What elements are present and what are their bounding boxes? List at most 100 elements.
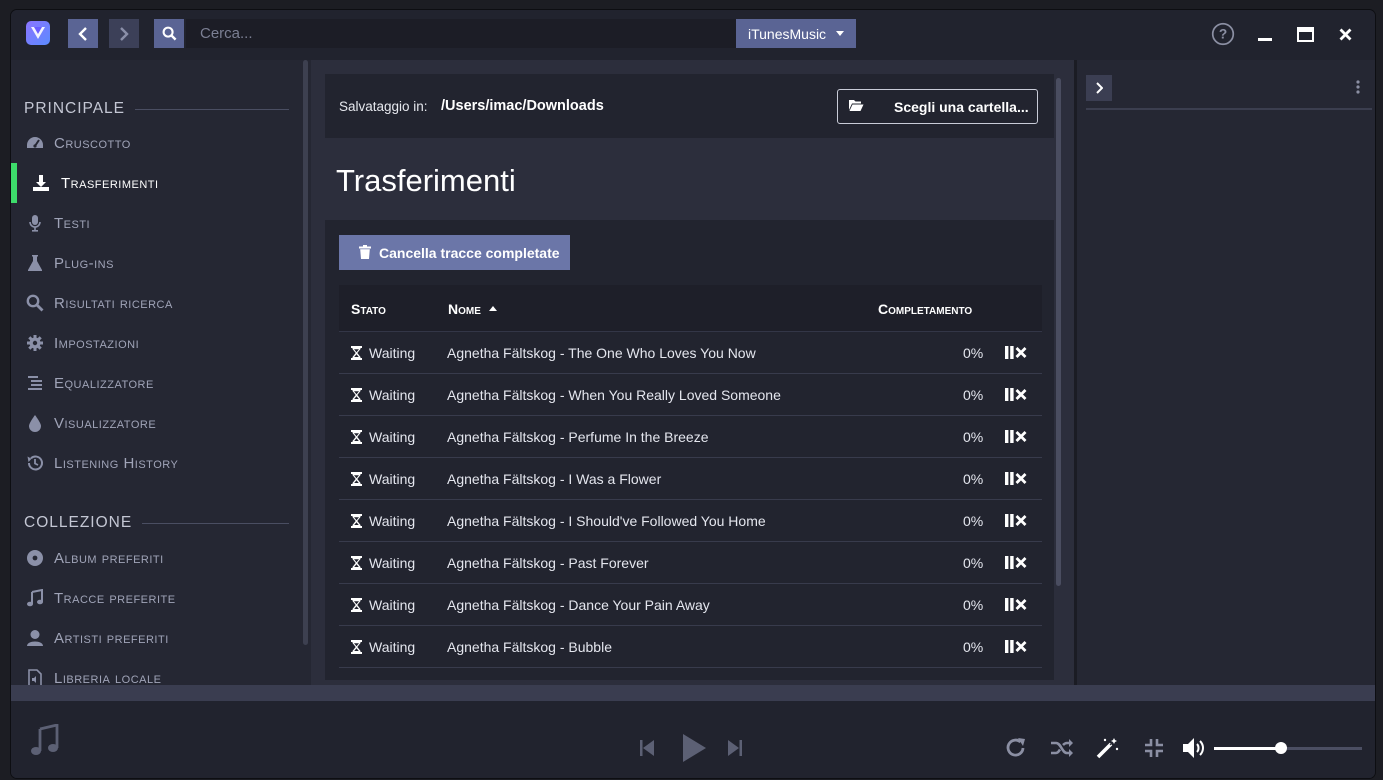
- user-icon: [25, 628, 45, 648]
- status-text: Waiting: [369, 555, 416, 571]
- sidebar-item-libreria-locale[interactable]: Libreria locale: [11, 660, 311, 685]
- hourglass-icon: [351, 640, 362, 654]
- pause-icon: [1005, 430, 1014, 443]
- remove-download-button[interactable]: [1015, 346, 1027, 364]
- close-icon: [1015, 431, 1027, 442]
- status-text: Waiting: [369, 345, 416, 361]
- sidebar-item-plugins[interactable]: Plug-ins: [11, 245, 311, 281]
- pause-download-button[interactable]: [1005, 598, 1014, 616]
- close-icon: [1339, 28, 1351, 40]
- app-window: iTunesMusic ? PRINCIPALE Cruscotto Trasf…: [11, 10, 1375, 778]
- mini-player-button[interactable]: [1143, 737, 1165, 759]
- status-cell: Waiting: [351, 387, 415, 403]
- more-options-button[interactable]: [1356, 80, 1360, 99]
- table-row[interactable]: Waiting Agnetha Fältskog - When You Reall…: [339, 374, 1042, 416]
- sidebar-item-testi[interactable]: Testi: [11, 205, 311, 241]
- remove-download-button[interactable]: [1015, 598, 1027, 616]
- remove-download-button[interactable]: [1015, 430, 1027, 448]
- pause-icon: [1005, 514, 1014, 527]
- pause-download-button[interactable]: [1005, 556, 1014, 574]
- volume-slider-handle[interactable]: [1274, 742, 1287, 754]
- flask-icon: [25, 253, 45, 273]
- choose-folder-button[interactable]: Scegli una cartella...: [837, 89, 1038, 124]
- table-row[interactable]: Waiting Agnetha Fältskog - I Was a Flower…: [339, 458, 1042, 500]
- table-row[interactable]: Waiting Agnetha Fältskog - The One Who Lo…: [339, 332, 1042, 374]
- remove-download-button[interactable]: [1015, 388, 1027, 406]
- minimize-button[interactable]: [1253, 22, 1277, 46]
- skip-back-icon: [640, 740, 654, 756]
- pause-download-button[interactable]: [1005, 514, 1014, 532]
- skip-forward-icon: [728, 740, 742, 756]
- status-cell: Waiting: [351, 513, 415, 529]
- trash-icon: [359, 245, 371, 262]
- sidebar-item-tracce-preferite[interactable]: Tracce preferite: [11, 580, 311, 616]
- forward-button[interactable]: [109, 19, 139, 48]
- status-text: Waiting: [369, 639, 416, 655]
- table-row[interactable]: Waiting Agnetha Fältskog - Bubble 0%: [339, 626, 1042, 668]
- sidebar-item-equalizzatore[interactable]: Equalizzatore: [11, 365, 311, 401]
- save-location-path: /Users/imac/Downloads: [441, 98, 604, 114]
- sidebar-item-trasferimenti[interactable]: Trasferimenti: [11, 163, 311, 203]
- section-divider: [142, 523, 289, 524]
- sidebar-item-risultati-ricerca[interactable]: Risultati ricerca: [11, 285, 311, 321]
- main-content: Salvataggio in: /Users/imac/Downloads Sc…: [311, 60, 1074, 685]
- track-name: Agnetha Fältskog - Bubble: [447, 639, 612, 655]
- close-icon: [1015, 515, 1027, 526]
- maximize-button[interactable]: [1293, 22, 1317, 46]
- status-cell: Waiting: [351, 597, 415, 613]
- pause-download-button[interactable]: [1005, 472, 1014, 490]
- previous-button[interactable]: [638, 738, 656, 758]
- sidebar-item-artisti-preferiti[interactable]: Artisti preferiti: [11, 620, 311, 656]
- volume-slider[interactable]: [1214, 742, 1362, 754]
- remove-download-button[interactable]: [1015, 556, 1027, 574]
- chevron-left-icon: [78, 26, 87, 41]
- repeat-button[interactable]: [1004, 737, 1028, 759]
- column-header-completion[interactable]: Completamento: [878, 301, 972, 317]
- next-button[interactable]: [726, 738, 744, 758]
- column-header-status[interactable]: Stato: [351, 301, 386, 317]
- seek-bar[interactable]: [11, 685, 1375, 701]
- row-actions: [1005, 598, 1027, 616]
- section-heading-principale: PRINCIPALE: [24, 100, 126, 117]
- remove-download-button[interactable]: [1015, 640, 1027, 658]
- sidebar-item-listening-history[interactable]: Listening History: [11, 445, 311, 481]
- search-button[interactable]: [154, 19, 184, 48]
- close-button[interactable]: [1333, 22, 1357, 46]
- pause-download-button[interactable]: [1005, 640, 1014, 658]
- expand-panel-button[interactable]: [1086, 75, 1112, 101]
- pause-download-button[interactable]: [1005, 430, 1014, 448]
- table-row[interactable]: Waiting Agnetha Fältskog - Dance Your Pai…: [339, 584, 1042, 626]
- play-button[interactable]: [679, 732, 709, 764]
- save-location-label: Salvataggio in:: [339, 99, 428, 114]
- pause-icon: [1005, 556, 1014, 569]
- remove-download-button[interactable]: [1015, 472, 1027, 490]
- volume-button[interactable]: [1182, 737, 1208, 759]
- back-button[interactable]: [68, 19, 98, 48]
- clear-completed-button[interactable]: Cancella tracce completate: [339, 235, 570, 270]
- downloads-table: Stato Nome Completamento Waiting Agnetha …: [339, 285, 1042, 668]
- top-bar: iTunesMusic ?: [11, 10, 1375, 60]
- pause-download-button[interactable]: [1005, 388, 1014, 406]
- search-input[interactable]: [186, 19, 736, 48]
- table-row[interactable]: Waiting Agnetha Fältskog - Past Forever 0%: [339, 542, 1042, 584]
- remove-download-button[interactable]: [1015, 514, 1027, 532]
- page-title: Trasferimenti: [336, 163, 516, 198]
- source-select[interactable]: iTunesMusic: [736, 19, 856, 48]
- track-name: Agnetha Fältskog - I Should've Followed …: [447, 513, 766, 529]
- sidebar-scrollbar[interactable]: [303, 60, 308, 645]
- magic-wand-button[interactable]: [1096, 736, 1120, 760]
- table-row[interactable]: Waiting Agnetha Fältskog - Perfume In the…: [339, 416, 1042, 458]
- sort-ascending-icon: [488, 305, 497, 311]
- table-row[interactable]: Waiting Agnetha Fältskog - I Should've Fo…: [339, 500, 1042, 542]
- sidebar-item-cruscotto[interactable]: Cruscotto: [11, 125, 311, 161]
- pause-download-button[interactable]: [1005, 346, 1014, 364]
- shuffle-button[interactable]: [1049, 737, 1075, 759]
- main-scrollbar[interactable]: [1056, 78, 1061, 586]
- status-cell: Waiting: [351, 429, 415, 445]
- sidebar-item-impostazioni[interactable]: Impostazioni: [11, 325, 311, 361]
- help-button[interactable]: ?: [1211, 22, 1235, 46]
- sidebar-item-label: Plug-ins: [54, 254, 114, 272]
- sidebar-item-visualizzatore[interactable]: Visualizzatore: [11, 405, 311, 441]
- sidebar-item-album-preferiti[interactable]: Album preferiti: [11, 540, 311, 576]
- column-header-name[interactable]: Nome: [448, 301, 497, 317]
